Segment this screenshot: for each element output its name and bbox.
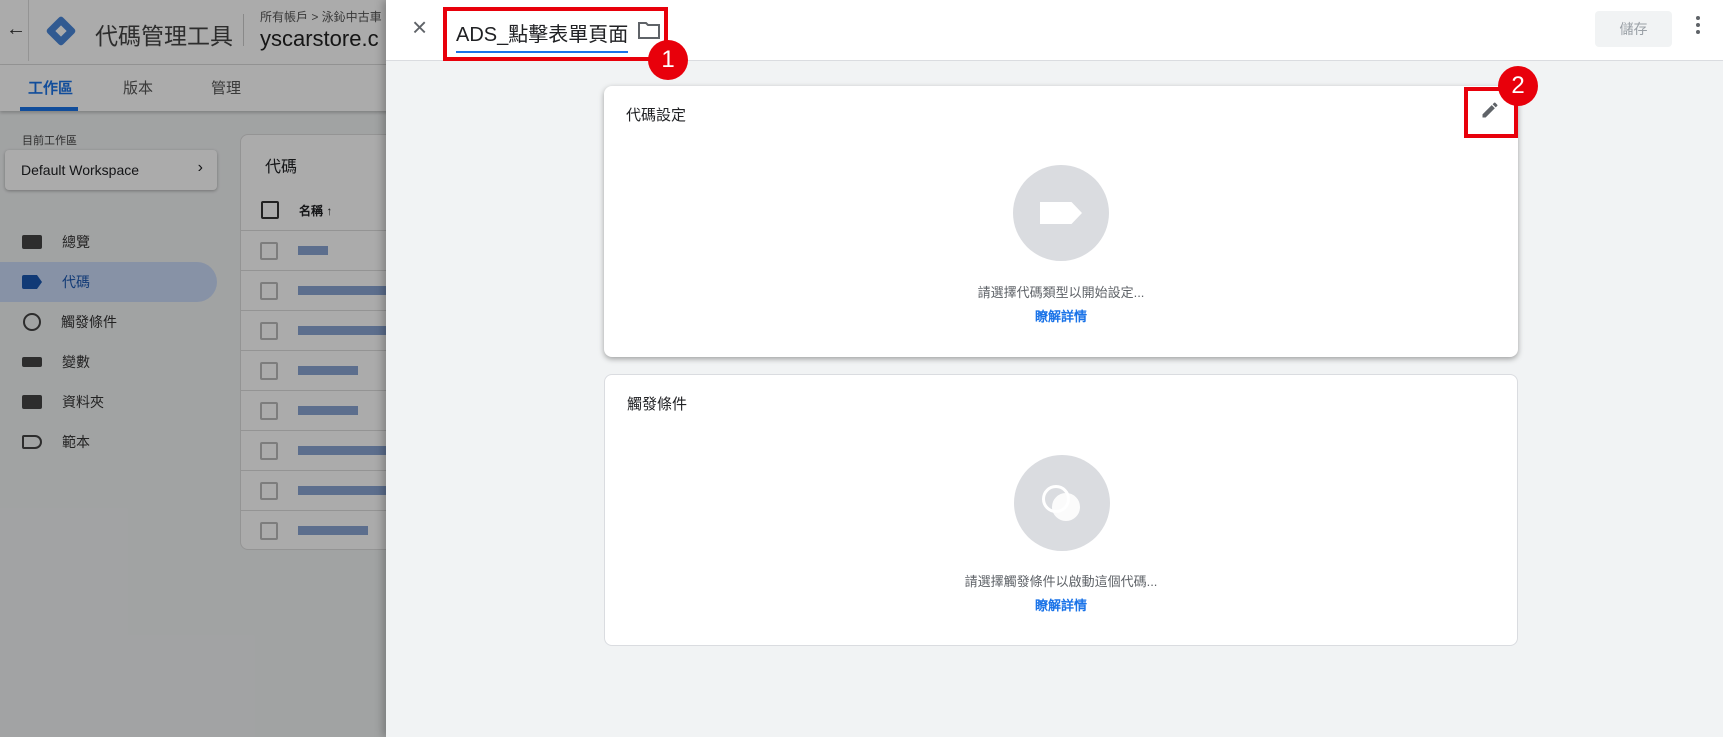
tag-icon [1040, 202, 1082, 224]
card-title: 代碼設定 [626, 107, 687, 124]
tag-editor-panel: × ADS_點擊表單頁面 儲存 代碼設定 請選擇代碼類型以開始設定... 瞭解詳… [386, 0, 1723, 737]
tag-type-hint: 請選擇代碼類型以開始設定... [977, 285, 1145, 300]
save-button[interactable]: 儲存 [1595, 11, 1672, 47]
learn-more-link[interactable]: 瞭解詳情 [604, 306, 1518, 325]
annotation-box-tag-name [443, 7, 668, 61]
trigger-hint: 請選擇觸發條件以啟動這個代碼... [964, 574, 1158, 589]
annotation-badge: 1 [648, 40, 688, 80]
triggering-card[interactable]: 觸發條件 請選擇觸發條件以啟動這個代碼... 瞭解詳情 [604, 374, 1518, 646]
more-options-icon[interactable] [1696, 16, 1700, 34]
close-icon[interactable]: × [412, 14, 427, 40]
tag-type-placeholder[interactable] [1013, 165, 1109, 261]
tag-configuration-card[interactable]: 代碼設定 請選擇代碼類型以開始設定... 瞭解詳情 [604, 86, 1518, 357]
annotation-badge: 2 [1498, 66, 1538, 106]
learn-more-link[interactable]: 瞭解詳情 [605, 595, 1517, 614]
trigger-placeholder[interactable] [1014, 455, 1110, 551]
modal-scrim[interactable] [0, 0, 386, 737]
card-title: 觸發條件 [627, 396, 688, 413]
